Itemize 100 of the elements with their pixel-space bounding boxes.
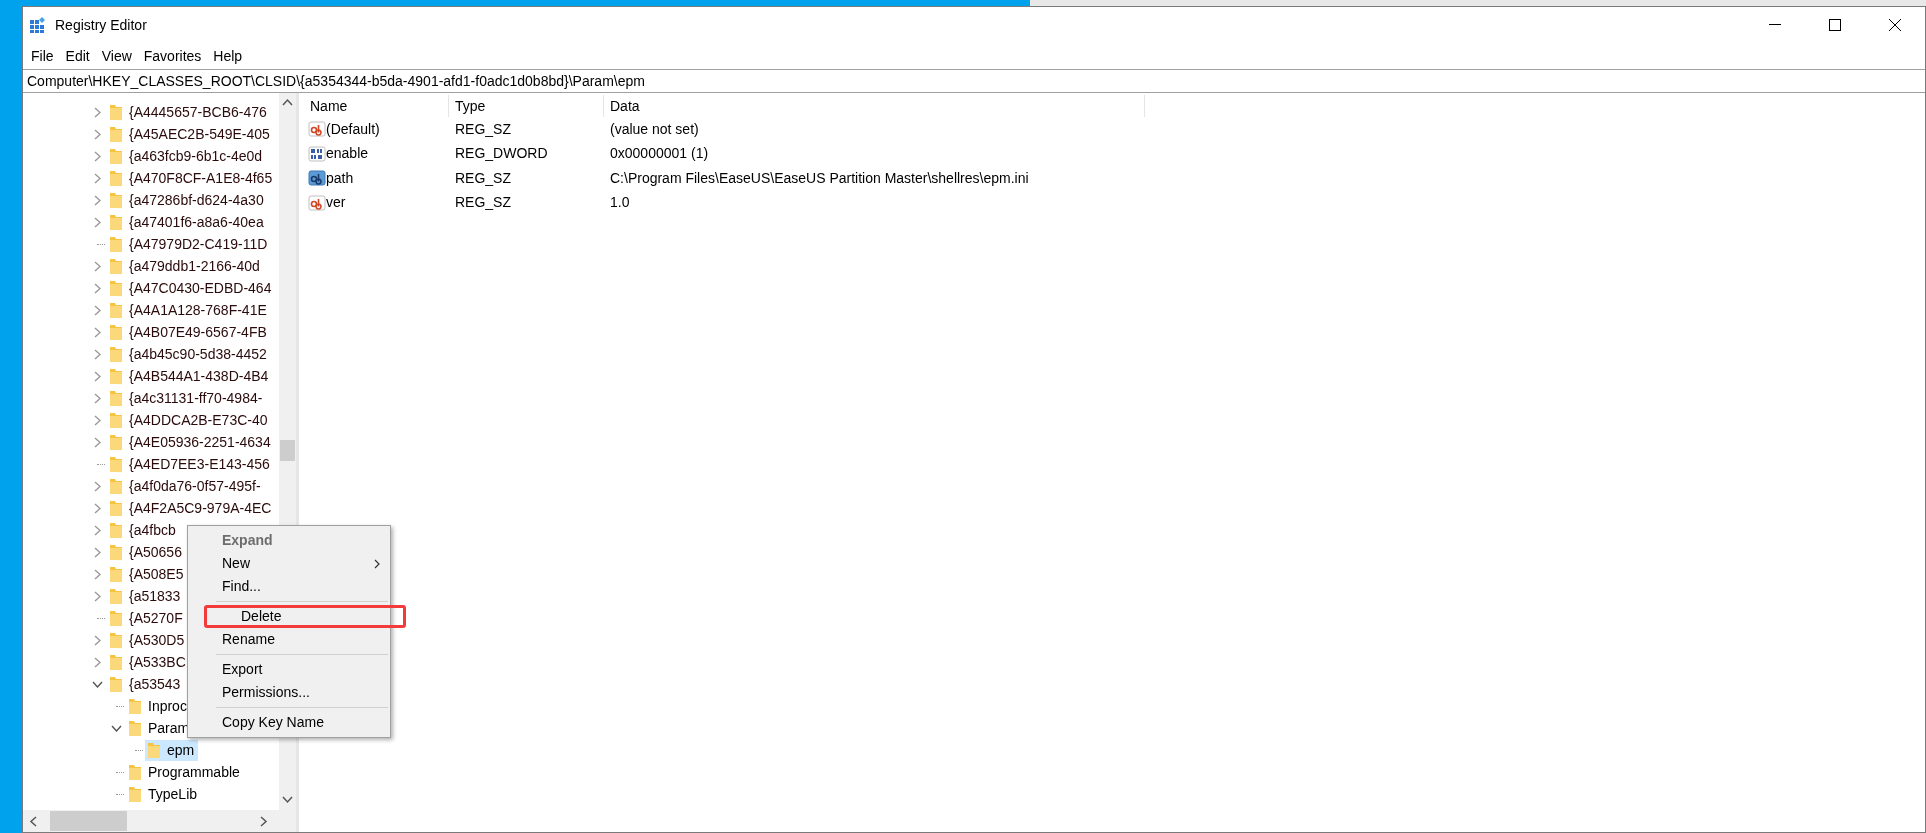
expand-chevron-icon[interactable] — [93, 172, 101, 184]
maximize-icon — [1829, 19, 1841, 31]
address-field[interactable]: Computer\HKEY_CLASSES_ROOT\CLSID\{a5354344-b5da-4901-afd1-f0adc1d0b8bd}\Param\epm — [23, 69, 1925, 93]
tree-item[interactable]: {A533BC — [107, 651, 190, 673]
expand-chevron-icon[interactable] — [93, 216, 101, 228]
tree-item[interactable]: {a47286bf-d624-4a30 — [107, 189, 268, 211]
tree-item[interactable]: {A508E5 — [107, 563, 188, 585]
tree-item[interactable]: {A4E05936-2251-4634 — [107, 431, 275, 453]
column-header[interactable]: Name — [304, 95, 449, 117]
folder-icon — [109, 213, 123, 231]
folder-icon — [109, 455, 123, 473]
minimize-icon — [1769, 24, 1781, 26]
menu-item[interactable]: File — [25, 45, 60, 67]
string-value-icon — [308, 169, 326, 188]
value-name[interactable]: (Default) — [326, 118, 380, 140]
expand-chevron-icon[interactable] — [93, 150, 101, 162]
folder-icon — [109, 125, 123, 143]
expand-chevron-icon[interactable] — [93, 106, 101, 118]
tree-item[interactable]: {a47401f6-a8a6-40ea — [107, 211, 268, 233]
tree-item[interactable]: {A4A1A128-768F-41E — [107, 299, 271, 321]
menu-item[interactable]: New — [188, 552, 390, 575]
value-name[interactable]: ver — [326, 192, 346, 214]
column-header[interactable]: Data — [604, 95, 1145, 117]
tree-item[interactable]: {A47C0430-EDBD-464 — [107, 277, 276, 299]
expand-chevron-icon[interactable] — [93, 436, 101, 448]
tree-item[interactable]: {A4B07E49-6567-4FB — [107, 321, 271, 343]
expand-chevron-icon[interactable] — [93, 326, 101, 338]
menu-item[interactable]: Export — [188, 658, 390, 681]
tree-item[interactable]: {A4ED7EE3-E143-456 — [107, 453, 274, 475]
tree-item[interactable]: {A4DDCA2B-E73C-40 — [107, 409, 272, 431]
expand-chevron-icon[interactable] — [93, 546, 101, 558]
menu-item[interactable]: Copy Key Name — [188, 711, 390, 734]
expand-chevron-icon[interactable] — [93, 392, 101, 404]
expand-chevron-icon[interactable] — [93, 568, 101, 580]
tree-item[interactable]: Programmable — [126, 761, 244, 783]
menu-item[interactable]: Favorites — [137, 45, 208, 67]
folder-icon — [109, 169, 123, 187]
collapse-chevron-icon[interactable] — [91, 680, 103, 688]
scroll-right-icon[interactable] — [260, 816, 268, 827]
value-name[interactable]: enable — [326, 143, 369, 165]
folder-icon — [109, 521, 123, 539]
tree-item[interactable]: {a4c31131-ff70-4984- — [107, 387, 267, 409]
expand-chevron-icon[interactable] — [93, 194, 101, 206]
tree-item[interactable]: {a53543 — [107, 673, 185, 695]
tree-item[interactable]: {A4445657-BCB6-476 — [107, 101, 271, 123]
expand-chevron-icon[interactable] — [93, 282, 101, 294]
menu-item[interactable]: View — [95, 45, 138, 67]
expand-chevron-icon[interactable] — [93, 414, 101, 426]
expand-chevron-icon[interactable] — [93, 480, 101, 492]
tree-item[interactable]: Inproc — [126, 695, 191, 717]
horizontal-scrollbar[interactable] — [23, 810, 296, 832]
expand-chevron-icon[interactable] — [93, 260, 101, 272]
tree-item[interactable]: {A45AEC2B-549E-405 — [107, 123, 274, 145]
scroll-up-icon[interactable] — [282, 98, 293, 106]
expand-chevron-icon[interactable] — [93, 304, 101, 316]
menu-item[interactable]: Find... — [188, 575, 390, 598]
folder-icon — [128, 697, 142, 715]
scrollbar-thumb[interactable] — [280, 440, 295, 461]
expand-chevron-icon[interactable] — [93, 590, 101, 602]
tree-item[interactable]: {a4f0da76-0f57-495f- — [107, 475, 265, 497]
folder-icon — [109, 631, 123, 649]
expand-chevron-icon[interactable] — [93, 524, 101, 536]
expand-chevron-icon[interactable] — [93, 370, 101, 382]
scroll-down-icon[interactable] — [282, 796, 293, 804]
expand-chevron-icon[interactable] — [93, 656, 101, 668]
value-name[interactable]: path — [326, 167, 354, 189]
column-header[interactable]: Type — [449, 95, 604, 117]
folder-icon — [109, 147, 123, 165]
menu-item[interactable]: Edit — [59, 45, 96, 67]
tree-item[interactable]: {a4fbcb — [107, 519, 180, 541]
tree-item[interactable]: {A5270F — [107, 607, 187, 629]
tree-item[interactable]: {A4B544A1-438D-4B4 — [107, 365, 273, 387]
string-value-icon — [308, 193, 326, 212]
expand-chevron-icon[interactable] — [93, 348, 101, 360]
expand-chevron-icon[interactable] — [93, 502, 101, 514]
tree-item[interactable]: {A50656 — [107, 541, 186, 563]
folder-icon — [109, 235, 123, 253]
tree-item[interactable]: TypeLib — [126, 783, 202, 805]
collapse-chevron-icon[interactable] — [110, 724, 122, 732]
tree-item[interactable]: {A470F8CF-A1E8-4f65 — [107, 167, 277, 189]
folder-icon — [109, 653, 123, 671]
folder-icon — [109, 411, 123, 429]
tree-item[interactable]: epm — [145, 739, 199, 761]
tree-item[interactable]: {a51833 — [107, 585, 185, 607]
tree-item[interactable]: {A4F2A5C9-979A-4EC — [107, 497, 276, 519]
expand-chevron-icon[interactable] — [93, 128, 101, 140]
menu-item[interactable]: Rename — [188, 628, 390, 651]
tree-item[interactable]: {a479ddb1-2166-40d — [107, 255, 264, 277]
tree-item[interactable]: {A47979D2-C419-11D — [107, 233, 272, 255]
scroll-left-icon[interactable] — [29, 816, 37, 827]
folder-icon — [128, 719, 142, 737]
scrollbar-thumb[interactable] — [50, 811, 127, 831]
tree-item[interactable]: {A530D5 — [107, 629, 189, 651]
menu-item[interactable]: Delete — [204, 605, 406, 628]
menu-item[interactable]: Permissions... — [188, 681, 390, 704]
menu-item[interactable]: Help — [207, 45, 249, 67]
folder-icon — [109, 345, 123, 363]
tree-item[interactable]: {a463fcb9-6b1c-4e0d — [107, 145, 267, 167]
expand-chevron-icon[interactable] — [93, 634, 101, 646]
tree-item[interactable]: {a4b45c90-5d38-4452 — [107, 343, 271, 365]
